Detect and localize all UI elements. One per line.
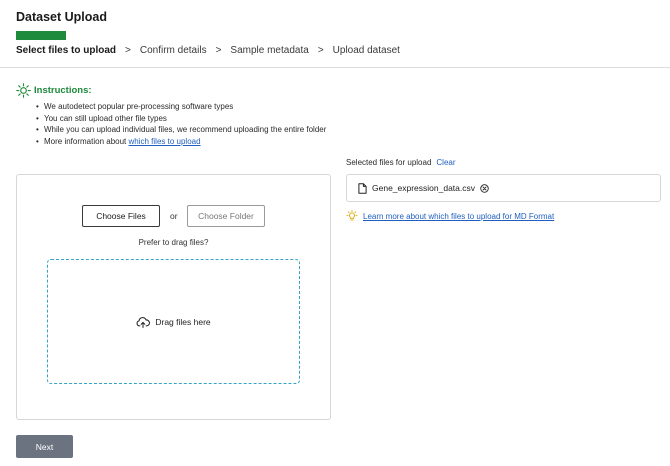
remove-file-icon[interactable]	[480, 183, 489, 193]
prefer-drag-label: Prefer to drag files?	[138, 238, 209, 247]
step-separator: >	[317, 45, 324, 56]
learn-more-row: Learn more about which files to upload f…	[346, 210, 554, 222]
step-breadcrumb: Select files to upload > Confirm details…	[16, 45, 400, 56]
page-title: Dataset Upload	[16, 10, 107, 24]
instructions-header: Instructions:	[16, 83, 92, 98]
step-upload-dataset: Upload dataset	[332, 45, 400, 56]
step-select-files: Select files to upload	[16, 45, 117, 56]
list-item: While you can upload individual files, w…	[36, 124, 326, 136]
clear-button[interactable]: Clear	[436, 158, 455, 167]
file-icon	[358, 182, 367, 194]
header-divider	[0, 67, 670, 68]
selected-files-label: Selected files for upload	[346, 158, 432, 167]
next-button[interactable]: Next	[16, 435, 73, 458]
lightbulb-icon	[346, 210, 358, 222]
choose-files-button[interactable]: Choose Files	[82, 205, 160, 227]
progress-bar	[16, 31, 66, 40]
file-name: Gene_expression_data.csv	[372, 183, 476, 193]
choose-folder-button[interactable]: Choose Folder	[187, 205, 265, 227]
step-separator: >	[125, 45, 131, 56]
learn-more-link[interactable]: Learn more about which files to upload f…	[363, 212, 554, 221]
cloud-upload-icon	[136, 316, 155, 328]
list-item: You can still upload other file types	[36, 113, 326, 125]
lightbulb-icon	[16, 83, 31, 98]
selected-files-header: Selected files for upload Clear	[346, 158, 456, 167]
list-item: More information about which files to up…	[36, 136, 326, 148]
drag-files-label: Drag files here	[155, 316, 211, 327]
step-sample-metadata: Sample metadata	[230, 45, 309, 56]
instructions-list: We autodetect popular pre-processing sof…	[36, 101, 326, 147]
more-info-text: More information about	[44, 136, 129, 146]
which-files-link[interactable]: which files to upload	[129, 137, 201, 146]
or-label: or	[170, 211, 178, 221]
selected-file-item: Gene_expression_data.csv	[346, 174, 661, 202]
drop-zone[interactable]: Drag files here	[47, 259, 300, 384]
step-separator: >	[215, 45, 222, 56]
list-item: We autodetect popular pre-processing sof…	[36, 101, 326, 113]
step-confirm-details: Confirm details	[139, 45, 207, 56]
instructions-title: Instructions:	[34, 85, 92, 96]
